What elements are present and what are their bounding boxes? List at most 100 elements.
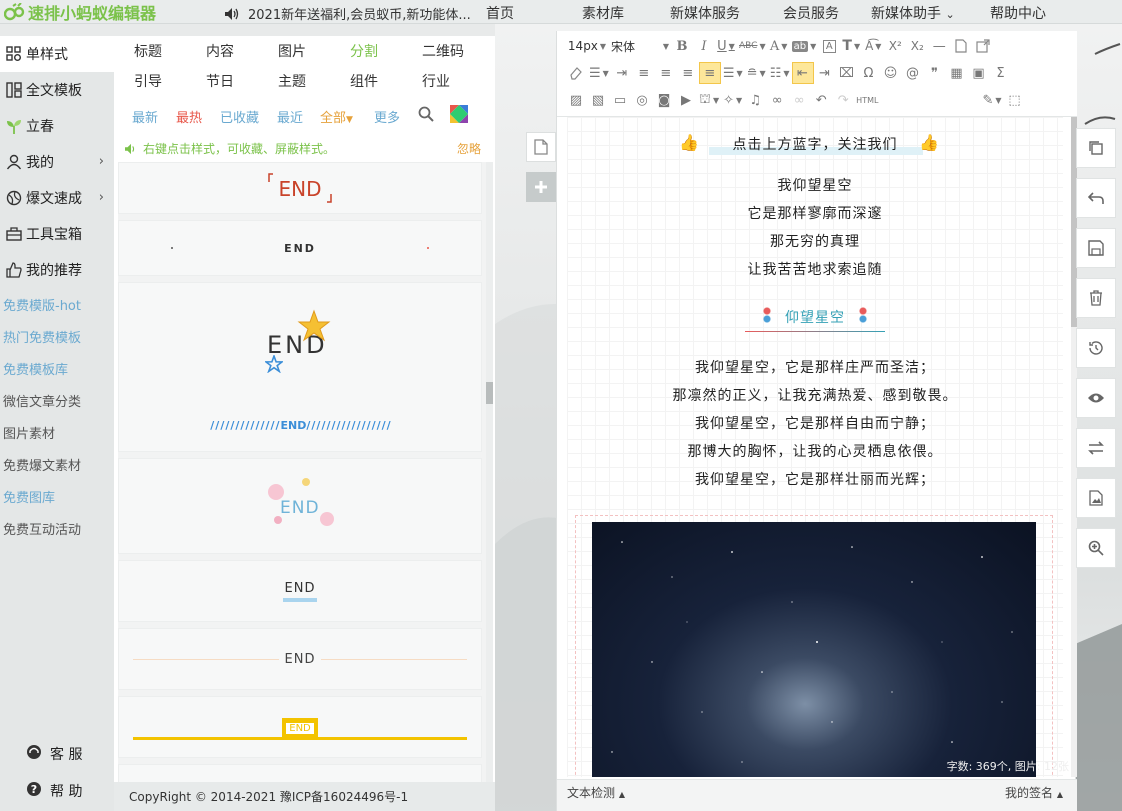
- tab-theme[interactable]: 主题: [278, 71, 306, 91]
- nav-new-media-assistant[interactable]: 新媒体助手 ⌄: [871, 3, 955, 23]
- panel-scroll-thumb[interactable]: [486, 382, 493, 404]
- nav-home[interactable]: 首页: [486, 3, 514, 23]
- swap-button[interactable]: [1076, 428, 1116, 468]
- video-icon[interactable]: ▶: [675, 89, 697, 111]
- sidebar-item-full-template[interactable]: 全文模板: [0, 72, 114, 108]
- filter-recent[interactable]: 最近: [277, 107, 303, 126]
- text-check-button[interactable]: 文本检测 ▲: [567, 784, 625, 801]
- strikethrough-icon[interactable]: ABC ▼: [737, 35, 768, 57]
- style-card[interactable]: END: [118, 696, 482, 758]
- italic-icon[interactable]: I: [693, 35, 715, 57]
- nav-help-center[interactable]: 帮助中心: [990, 3, 1046, 23]
- emoji-icon[interactable]: ☺: [880, 62, 902, 84]
- sidebar-link-free-interactive-activities[interactable]: 免费互动活动: [0, 512, 114, 544]
- my-signature-button[interactable]: 我的签名 ▲: [1005, 784, 1063, 801]
- sidebar-link-free-gallery[interactable]: 免费图库: [0, 480, 114, 512]
- style-card[interactable]: END: [118, 162, 482, 214]
- sidebar-link-free-hot-article-materials[interactable]: 免费爆文素材: [0, 448, 114, 480]
- style-card[interactable]: END: [118, 458, 482, 554]
- magic-wand-icon[interactable]: ✧ ▼: [721, 89, 744, 111]
- sidebar-link-wechat-article-categories[interactable]: 微信文章分类: [0, 384, 114, 416]
- tab-image[interactable]: 图片: [278, 41, 306, 61]
- ignore-link[interactable]: 忽略: [457, 140, 481, 157]
- tab-qrcode[interactable]: 二维码: [422, 41, 464, 61]
- sidebar-link-free-template-library[interactable]: 免费模板库: [0, 352, 114, 384]
- filter-hottest[interactable]: 最热: [176, 107, 202, 126]
- tab-guide[interactable]: 引导: [134, 71, 162, 91]
- style-card[interactable]: END: [118, 628, 482, 690]
- tab-divider[interactable]: 分割: [350, 41, 378, 61]
- tab-title[interactable]: 标题: [134, 41, 162, 61]
- list-icon[interactable]: ☷ ▼: [768, 62, 792, 84]
- ltr-icon[interactable]: ⇤: [791, 62, 814, 84]
- align-center-icon[interactable]: ≡: [655, 62, 677, 84]
- gallery-icon[interactable]: ▧: [587, 89, 609, 111]
- undo-button[interactable]: [1076, 178, 1116, 218]
- sidebar-item-toolbox[interactable]: 工具宝箱: [0, 216, 114, 252]
- quote-icon[interactable]: ❞: [924, 62, 946, 84]
- image-export-button[interactable]: [1076, 478, 1116, 518]
- sidebar-link-image-materials[interactable]: 图片素材: [0, 416, 114, 448]
- filter-favorited[interactable]: 已收藏: [220, 107, 259, 126]
- table-icon[interactable]: ▦: [946, 62, 968, 84]
- music-icon[interactable]: ♫: [744, 89, 766, 111]
- style-card[interactable]: END: [118, 220, 482, 276]
- align-left-icon[interactable]: ≡: [633, 62, 655, 84]
- page-icon[interactable]: [950, 35, 972, 57]
- paragraph-format-icon[interactable]: ☰ ▼: [587, 62, 611, 84]
- subscript-icon[interactable]: X₂: [906, 35, 928, 57]
- filter-all[interactable]: 全部▼: [320, 107, 353, 126]
- special-char-icon[interactable]: Ω: [858, 62, 880, 84]
- fullscreen-icon[interactable]: [972, 35, 994, 57]
- help-button[interactable]: ? 帮 助: [26, 781, 82, 801]
- sidebar-link-hot-free-template[interactable]: 热门免费模板: [0, 320, 114, 352]
- tab-festival[interactable]: 节日: [206, 71, 234, 91]
- eraser-icon[interactable]: [565, 62, 587, 84]
- gif-icon[interactable]: ◎: [631, 89, 653, 111]
- starry-sky-image[interactable]: [592, 522, 1036, 777]
- sidebar-item-hot-article[interactable]: 爆文速成 ›: [0, 180, 114, 216]
- align-right-icon[interactable]: ≡: [677, 62, 699, 84]
- underline-icon[interactable]: U ▼: [715, 35, 737, 57]
- tab-industry[interactable]: 行业: [422, 71, 450, 91]
- line-height-icon[interactable]: ☰ ▼: [721, 62, 745, 84]
- zoom-button[interactable]: [1076, 528, 1116, 568]
- undo-icon[interactable]: ↶: [810, 89, 832, 111]
- image-icon[interactable]: ▨: [565, 89, 587, 111]
- sigma-icon[interactable]: Σ: [990, 62, 1012, 84]
- background-color-icon[interactable]: ab ▼: [790, 35, 819, 57]
- style-card[interactable]: END //////////////END/////////////////: [118, 282, 482, 452]
- unlink-icon[interactable]: ∞: [788, 89, 810, 111]
- edit-icon[interactable]: ✎ ▼: [980, 89, 1003, 111]
- link-icon[interactable]: ∞: [766, 89, 788, 111]
- copy-button[interactable]: [1076, 128, 1116, 168]
- rtl-icon[interactable]: ⇥: [814, 62, 836, 84]
- announcement[interactable]: 2021新年送福利,会员蚁币,新功能体...: [224, 4, 471, 23]
- brand-logo[interactable]: 速排小蚂蚁编辑器: [4, 2, 156, 23]
- font-color-icon[interactable]: A ▼: [768, 35, 790, 57]
- search-icon[interactable]: [418, 106, 434, 126]
- indent-icon[interactable]: ⇥: [611, 62, 633, 84]
- nav-materials[interactable]: 素材库: [582, 3, 624, 23]
- paragraph-spacing-icon[interactable]: ≘ ▼: [745, 62, 768, 84]
- sidebar-item-mine[interactable]: 我的 ›: [0, 144, 114, 180]
- select-all-icon[interactable]: ⬚: [1004, 89, 1026, 111]
- camera-icon[interactable]: ◙: [653, 89, 675, 111]
- font-size-select[interactable]: 14px ▼: [565, 35, 609, 57]
- editor-content[interactable]: 👍 点击上方蓝字，关注我们 👍 我仰望星空 它是那样寥廓而深邃 那无穷的真理 让…: [567, 117, 1063, 777]
- panel-scrollbar[interactable]: [486, 162, 493, 794]
- html-source-button[interactable]: HTML: [854, 89, 880, 111]
- text-shadow-icon[interactable]: T ▼: [840, 35, 862, 57]
- tab-content[interactable]: 内容: [206, 41, 234, 61]
- tab-component[interactable]: 组件: [350, 71, 378, 91]
- horizontal-rule-icon[interactable]: —: [928, 35, 950, 57]
- filter-latest[interactable]: 最新: [132, 107, 158, 126]
- save-button[interactable]: [1076, 228, 1116, 268]
- history-button[interactable]: [1076, 328, 1116, 368]
- bold-icon[interactable]: B: [671, 35, 693, 57]
- sidebar-item-lichun[interactable]: 立春: [0, 108, 114, 144]
- frame-icon[interactable]: ▭: [609, 89, 631, 111]
- letter-spacing-icon[interactable]: A͡ ▼: [862, 35, 884, 57]
- clear-button[interactable]: [1076, 278, 1116, 318]
- add-button[interactable]: [526, 172, 556, 202]
